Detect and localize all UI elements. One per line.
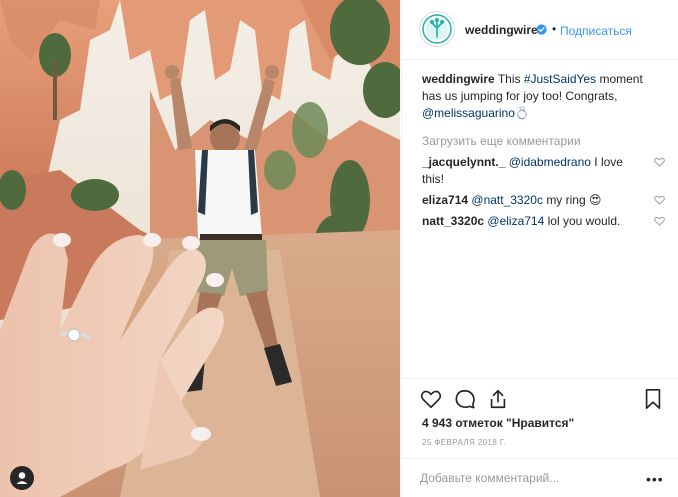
post-caption: weddingwire This #JustSaidYes moment has… — [422, 71, 665, 122]
caption-mention[interactable]: @melissaguarino💍 — [422, 106, 530, 120]
post-header: weddingwire • Подписаться — [402, 0, 678, 60]
follow-button[interactable]: Подписаться — [560, 24, 632, 38]
post-photo-image — [0, 0, 400, 497]
caption-text-before: This — [497, 72, 521, 86]
likes-count[interactable]: 4 943 отметок "Нравится" — [422, 416, 574, 430]
comments-list: weddingwire This #JustSaidYes moment has… — [422, 71, 665, 230]
comment-item: natt_3320c @eliza714 lol you would. — [422, 213, 665, 230]
share-icon[interactable] — [487, 388, 509, 410]
header-username[interactable]: weddingwire — [465, 23, 538, 37]
load-more-comments-button[interactable]: Загрузить еще комментарии — [422, 133, 665, 150]
caption-username[interactable]: weddingwire — [422, 72, 495, 86]
heart-icon[interactable] — [420, 388, 442, 410]
comment-item: _jacquelynnt._ @idabmedrano I love this! — [422, 154, 665, 188]
header-separator: • — [552, 22, 557, 36]
caption-hashtag[interactable]: #JustSaidYes — [524, 72, 596, 86]
instagram-post: weddingwire • Подписаться weddingwire Th… — [0, 0, 678, 497]
comment-mention[interactable]: @idabmedrano — [509, 155, 591, 169]
comment-bubble-icon[interactable] — [454, 388, 476, 410]
verified-badge-icon — [536, 24, 547, 35]
add-comment-input[interactable] — [420, 469, 630, 487]
more-options-icon[interactable]: ••• — [646, 471, 664, 487]
add-comment-bar: ••• — [402, 458, 678, 497]
comment-text: my ring 😍 — [546, 193, 602, 207]
heart-icon[interactable] — [654, 216, 665, 226]
post-actions — [402, 378, 678, 418]
user-tag-icon[interactable] — [10, 466, 34, 490]
bookmark-icon[interactable] — [642, 388, 664, 410]
heart-icon[interactable] — [654, 195, 665, 205]
post-side-panel: weddingwire • Подписаться weddingwire Th… — [401, 0, 678, 497]
weddingwire-logo — [422, 14, 452, 44]
comment-username[interactable]: _jacquelynnt._ — [422, 155, 505, 169]
post-date[interactable]: 25 ФЕВРАЛЯ 2018 Г. — [422, 438, 506, 447]
avatar[interactable] — [419, 11, 455, 47]
comment-mention[interactable]: @natt_3320c — [471, 193, 543, 207]
heart-icon[interactable] — [654, 157, 665, 167]
comment-username[interactable]: eliza714 — [422, 193, 468, 207]
comment-item: eliza714 @natt_3320c my ring 😍 — [422, 192, 665, 209]
comment-text: lol you would. — [547, 214, 621, 228]
comment-username[interactable]: natt_3320c — [422, 214, 484, 228]
comment-mention[interactable]: @eliza714 — [487, 214, 544, 228]
post-photo[interactable] — [0, 0, 400, 497]
